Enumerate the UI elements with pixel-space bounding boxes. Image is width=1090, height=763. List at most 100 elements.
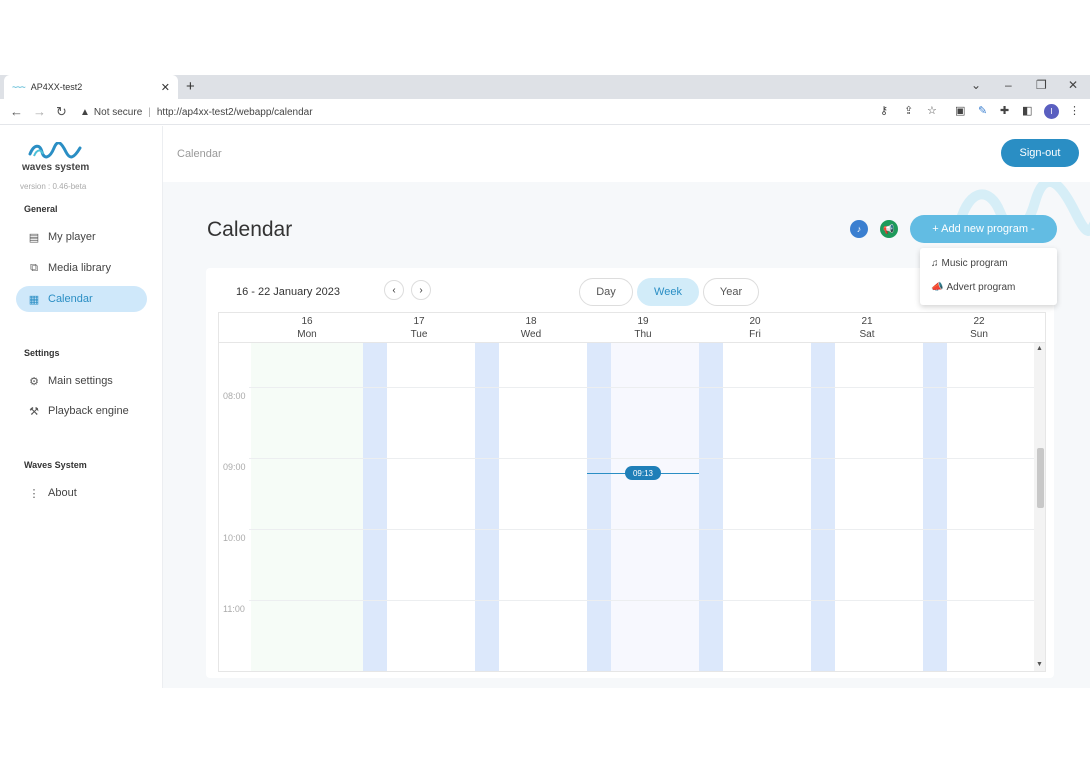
forward-icon[interactable]: → (33, 104, 46, 119)
security-label: Not secure (93, 106, 143, 118)
browser-tab-bar: ~~~ AP4XX-test2 ✕ + ⌄ – ❐ ✕ (0, 75, 1090, 99)
hour-line (249, 529, 1045, 530)
section-settings: Settings (24, 348, 60, 358)
sidebar-item-my-player[interactable]: ▤ My player (16, 224, 147, 250)
reload-icon[interactable]: ↻ (56, 104, 67, 120)
browser-tab[interactable]: ~~~ AP4XX-test2 ✕ (4, 75, 178, 99)
star-icon[interactable]: ☆ (927, 104, 937, 117)
version-label: version : 0.46-beta (20, 182, 87, 191)
puzzle-icon[interactable]: ✚ (1000, 104, 1009, 117)
sidepanel-icon[interactable]: ◧ (1022, 104, 1032, 117)
day-column-sidebar-sat (811, 343, 835, 671)
hour-line (249, 387, 1045, 388)
sidebar: waves system version : 0.46-beta General… (0, 126, 163, 688)
megaphone-icon[interactable]: 📢 (880, 220, 898, 238)
tab-title: AP4XX-test2 (30, 82, 83, 92)
player-icon: ▤ (28, 231, 40, 244)
key-icon[interactable]: ⚷ (880, 104, 888, 117)
day-header-wed: 18 Wed (520, 316, 542, 340)
sidebar-item-label: Playback engine (48, 405, 129, 417)
view-day-button[interactable]: Day (579, 278, 633, 306)
scroll-down-icon[interactable]: ▼ (1036, 661, 1043, 668)
day-column-sidebar-tue (363, 343, 387, 671)
hour-label: 08:00 (223, 391, 246, 401)
restore-icon[interactable]: ❐ (1036, 78, 1047, 92)
day-column-sidebar-sun (923, 343, 947, 671)
section-waves-system: Waves System (24, 460, 87, 470)
day-column-sat[interactable] (835, 343, 923, 671)
day-column-sun[interactable] (947, 343, 1035, 671)
music-icon: ♫ (931, 258, 939, 269)
day-column-sidebar-thu (587, 343, 611, 671)
current-time-badge: 09:13 (625, 466, 661, 480)
day-header-fri: 20 Fri (749, 316, 761, 340)
menu-item-music-program[interactable]: ♫ Music program (931, 258, 1008, 269)
hour-line (249, 600, 1045, 601)
logo-text: waves system (22, 162, 90, 173)
sidebar-item-calendar[interactable]: ▦ Calendar (16, 286, 147, 312)
menu-item-label: Music program (941, 258, 1008, 269)
waves-logo-icon (28, 141, 82, 159)
date-range: 16 - 22 January 2023 (236, 286, 340, 298)
url-text: http://ap4xx-test2/webapp/calendar (156, 106, 313, 118)
megaphone-icon: 📣 (931, 282, 944, 293)
sidebar-item-about[interactable]: ⋮ About (16, 480, 147, 506)
media-icon: ⧉ (30, 261, 38, 274)
day-column-sidebar-wed (475, 343, 499, 671)
close-window-icon[interactable]: ✕ (1068, 78, 1078, 92)
minimize-icon[interactable]: – (1005, 78, 1012, 92)
music-note-icon[interactable]: ♪ (850, 220, 868, 238)
breadcrumb: Calendar (177, 148, 222, 160)
vertical-dots-icon: ⋮ (28, 487, 40, 500)
hour-line (249, 458, 1045, 459)
tab-search-icon[interactable]: ⌄ (971, 78, 981, 92)
day-header-tue: 17 Tue (410, 316, 428, 340)
day-column-mon[interactable] (251, 343, 363, 671)
day-header-sun: 22 Sun (970, 316, 988, 340)
scroll-up-icon[interactable]: ▲ (1036, 345, 1043, 352)
sidebar-item-label: Main settings (48, 375, 113, 387)
next-week-button[interactable]: › (411, 280, 431, 300)
sidebar-item-label: Media library (48, 262, 111, 274)
sidebar-item-label: Calendar (48, 293, 93, 305)
day-header-mon: 16 Mon (297, 316, 317, 340)
day-header-thu: 19 Thu (634, 316, 652, 340)
sidebar-item-main-settings[interactable]: ⚙ Main settings (16, 368, 147, 394)
gear-icon: ⚙ (29, 375, 39, 388)
extension-icon[interactable]: ▣ (955, 104, 965, 117)
favicon-icon: ~~~ (12, 82, 26, 92)
new-tab-icon[interactable]: + (186, 78, 195, 95)
address-bar[interactable]: ▲ Not secure | http://ap4xx-test2/webapp… (80, 102, 950, 122)
app-header: Calendar Sign-out (163, 126, 1090, 182)
day-column-tue[interactable] (387, 343, 475, 671)
page-title: Calendar (207, 218, 293, 241)
sidebar-item-playback-engine[interactable]: ⚒ Playback engine (16, 398, 147, 424)
day-column-sidebar-fri (699, 343, 723, 671)
view-week-button[interactable]: Week (637, 278, 699, 306)
hour-label: 10:00 (223, 533, 246, 543)
add-new-program-button[interactable]: + Add new program - (910, 215, 1057, 243)
section-general: General (24, 204, 58, 214)
profile-avatar[interactable]: I (1044, 104, 1059, 119)
menu-item-label: Advert program (946, 282, 1016, 293)
back-icon[interactable]: ← (10, 104, 23, 119)
pen-extension-icon[interactable]: ✎ (978, 104, 987, 117)
share-icon[interactable]: ⇪ (904, 104, 913, 117)
calendar-icon: ▦ (28, 293, 40, 306)
close-tab-icon[interactable]: ✕ (161, 81, 170, 94)
week-calendar-grid: 16 Mon 17 Tue 18 Wed 19 Thu 20 Fri 21 Sat 22 Su… (218, 312, 1046, 672)
day-column-wed[interactable] (499, 343, 587, 671)
browser-toolbar: ← → ↻ ▲ Not secure | http://ap4xx-test2/… (0, 99, 1090, 125)
view-year-button[interactable]: Year (703, 278, 759, 306)
sidebar-item-label: My player (48, 231, 96, 243)
day-column-fri[interactable] (723, 343, 811, 671)
prev-week-button[interactable]: ‹ (384, 280, 404, 300)
sidebar-item-media-library[interactable]: ⧉ Media library (16, 255, 147, 281)
hour-label: 09:00 (223, 462, 246, 472)
add-program-menu: ♫ Music program 📣 Advert program (920, 248, 1057, 305)
signout-button[interactable]: Sign-out (1001, 139, 1079, 167)
menu-item-advert-program[interactable]: 📣 Advert program (931, 282, 1015, 293)
menu-dots-icon[interactable]: ⋮ (1069, 104, 1080, 117)
scrollbar-thumb[interactable] (1037, 448, 1044, 508)
day-column-thu[interactable] (611, 343, 699, 671)
